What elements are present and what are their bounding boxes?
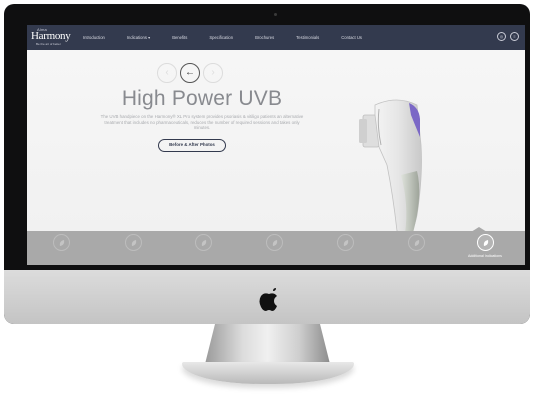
nav-item-indications[interactable]: Indications ▾ [127,35,150,40]
indication-item[interactable] [173,234,233,254]
brand-logo[interactable]: Alma Harmony Be the art of better [31,27,73,48]
hero-description: The UVB handpiece on the Harmony® XL Pro… [100,114,304,130]
menu-icon[interactable]: ≡ [510,32,519,41]
uvb-handpiece-image [359,99,422,234]
brand-tagline: Be the art of better [36,42,61,46]
nav-item-contact-us[interactable]: Contact Us [341,35,362,40]
indication-icon [407,234,425,251]
nav-item-introduction[interactable]: Introduction [83,35,105,40]
indications-bar: Additional Indications [27,231,525,265]
nav-item-testimonials[interactable]: Testimonials [296,35,319,40]
imac-stand-neck [205,324,330,364]
indication-item[interactable] [103,234,163,254]
screen: Alma Harmony Be the art of better Introd… [27,25,525,265]
indication-icon [265,234,283,251]
indication-icon [52,234,70,251]
indication-icon [194,234,212,251]
hero-title: High Power UVB [121,87,283,110]
nav-item-brochures[interactable]: Brochures [255,35,274,40]
indication-icon [336,234,354,251]
indication-item[interactable] [386,234,446,254]
indication-label: Additional Indications [468,254,502,258]
nav-menu: Introduction Indications ▾ Benefits Spec… [83,25,362,50]
arrow-left-icon[interactable]: ‹ [157,63,177,83]
brand-name: Harmony [31,30,71,42]
back-arrow-icon[interactable]: ← [180,63,200,83]
nav-item-specification[interactable]: Specification [209,35,233,40]
nav-icons: ◎ ≡ [497,32,519,41]
hero-section: ‹ ← › High Power UVB The UVB handpiece o… [27,50,525,234]
imac-stand-foot [182,362,354,384]
indication-item-active[interactable]: Additional Indications [455,234,515,258]
nav-item-benefits[interactable]: Benefits [172,35,187,40]
indication-item[interactable] [244,234,304,254]
indication-icon [476,234,494,251]
apple-logo-icon [259,288,277,311]
globe-icon[interactable]: ◎ [497,32,506,41]
navbar: Alma Harmony Be the art of better Introd… [27,25,525,50]
camera-dot [274,13,277,16]
indication-icon [124,234,142,251]
indication-item[interactable] [315,234,375,254]
indication-item[interactable] [31,234,91,254]
arrow-right-icon[interactable]: › [203,63,223,83]
slider-arrows: ‹ ← › [157,63,223,83]
before-after-button[interactable]: Before & After Photos [158,139,226,152]
imac-chin [4,270,530,324]
